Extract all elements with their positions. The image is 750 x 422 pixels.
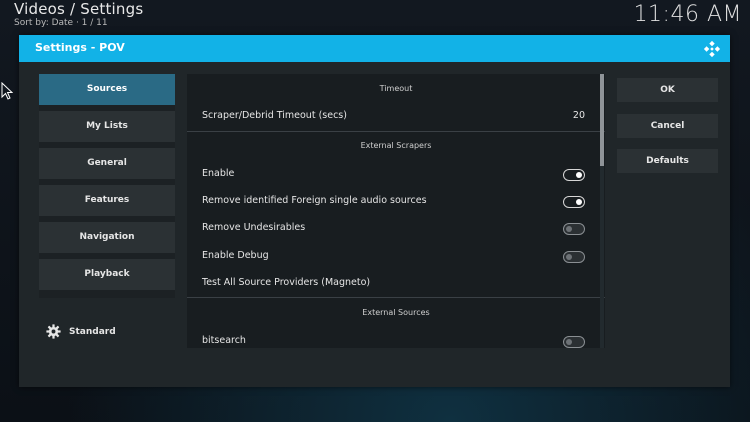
category-navigation[interactable]: Navigation (39, 222, 175, 253)
clock: 11:46 AM (633, 2, 742, 27)
category-my-lists[interactable]: My Lists (39, 111, 175, 142)
dialog-header: Settings - POV (19, 35, 730, 62)
settings-scrollbar[interactable] (600, 74, 604, 348)
toggle-switch[interactable] (563, 196, 585, 208)
setting-remove-foreign-audio[interactable]: Remove identified Foreign single audio s… (187, 189, 605, 214)
setting-remove-undesirables[interactable]: Remove Undesirables (187, 216, 605, 241)
setting-label: Enable (202, 168, 235, 179)
settings-list: Timeout Scraper/Debrid Timeout (secs) 20… (187, 74, 605, 348)
window-heading: Videos / Settings Sort by: Date · 1 / 11 (14, 1, 143, 29)
setting-enable[interactable]: Enable (187, 162, 605, 187)
section-header-timeout: Timeout (379, 84, 413, 93)
category-features[interactable]: Features (39, 185, 175, 216)
setting-enable-debug[interactable]: Enable Debug (187, 244, 605, 269)
section-header-external-sources: External Sources (362, 308, 430, 317)
setting-bitsearch[interactable]: bitsearch (187, 329, 605, 348)
ok-button[interactable]: OK (617, 78, 718, 102)
dialog-title: Settings - POV (35, 41, 125, 54)
toggle-knob (576, 172, 582, 178)
defaults-button[interactable]: Defaults (617, 149, 718, 173)
category-playback[interactable]: Playback (39, 259, 175, 290)
category-general[interactable]: General (39, 148, 175, 179)
setting-label: Enable Debug (202, 250, 269, 261)
toggle-knob (566, 254, 572, 260)
cancel-button[interactable]: Cancel (617, 114, 718, 138)
toggle-switch[interactable] (563, 336, 585, 348)
category-list: Sources My Lists General Features Naviga… (39, 74, 175, 298)
settings-dialog: Settings - POV Sources My Lists General … (19, 35, 730, 387)
kodi-logo-icon (703, 40, 721, 58)
section-divider (187, 131, 605, 132)
window-title: Videos / Settings (14, 0, 144, 18)
sort-info: Sort by: Date · 1 / 11 (14, 18, 108, 28)
toggle-switch[interactable] (563, 223, 585, 235)
setting-label: Test All Source Providers (Magneto) (202, 277, 371, 288)
category-sources[interactable]: Sources (39, 74, 175, 105)
scrollbar-thumb[interactable] (600, 74, 604, 166)
setting-label: Remove Undesirables (202, 222, 306, 233)
toggle-knob (566, 339, 572, 345)
setting-label: Remove identified Foreign single audio s… (202, 195, 427, 206)
settings-level-label: Standard (69, 326, 116, 337)
section-divider (187, 297, 605, 298)
setting-label: bitsearch (202, 335, 246, 346)
section-header-external-scrapers: External Scrapers (360, 141, 432, 150)
toggle-knob (566, 226, 572, 232)
setting-label: Scraper/Debrid Timeout (secs) (202, 110, 347, 121)
settings-level-button[interactable]: Standard (46, 324, 116, 339)
mouse-cursor-icon (1, 82, 13, 100)
setting-test-all-providers[interactable]: Test All Source Providers (Magneto) (187, 271, 605, 296)
setting-value: 20 (572, 110, 585, 121)
setting-scraper-timeout[interactable]: Scraper/Debrid Timeout (secs) 20 (187, 104, 605, 129)
toggle-switch[interactable] (563, 169, 585, 181)
gear-icon (46, 324, 61, 339)
toggle-switch[interactable] (563, 251, 585, 263)
toggle-knob (576, 199, 582, 205)
